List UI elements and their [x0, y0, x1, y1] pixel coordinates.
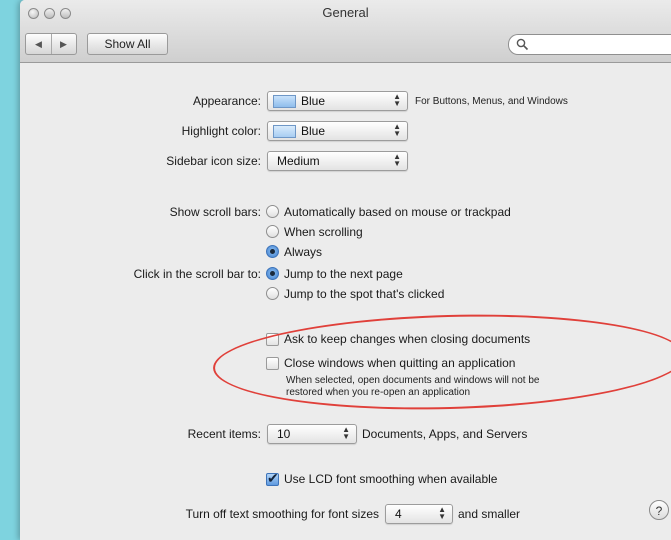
jump-to-spot-radio[interactable] — [266, 287, 279, 300]
text-smoothing-size-value: 4 — [395, 507, 402, 521]
highlight-color-value: Blue — [301, 124, 326, 138]
jump-to-spot-label: Jump to the spot that's clicked — [284, 287, 445, 301]
sidebar-icon-size-value: Medium — [277, 154, 320, 168]
recent-items-suffix: Documents, Apps, and Servers — [362, 427, 528, 441]
scroll-always-label: Always — [284, 245, 323, 259]
sidebar-icon-size-label: Sidebar icon size: — [166, 154, 261, 168]
show-all-button[interactable]: Show All — [87, 33, 168, 55]
recent-items-label: Recent items: — [187, 427, 261, 441]
lcd-smoothing-checkbox[interactable]: ✔ — [266, 470, 279, 486]
appearance-value: Blue — [301, 94, 326, 108]
text-smoothing-size-popup[interactable]: 4 ▲ ▼ — [385, 504, 453, 524]
appearance-note: For Buttons, Menus, and Windows — [415, 96, 568, 107]
scroll-auto-label: Automatically based on mouse or trackpad — [284, 205, 511, 219]
recent-items-popup[interactable]: 10 ▲ ▼ — [267, 424, 357, 444]
highlight-color-popup[interactable]: Blue ▲ ▼ — [267, 121, 408, 141]
sidebar-icon-size-popup[interactable]: Medium ▲ ▼ — [267, 151, 408, 171]
jump-next-page-label: Jump to the next page — [284, 267, 403, 281]
scroll-always-radio[interactable] — [266, 245, 279, 258]
text-smoothing-suffix: and smaller — [458, 507, 521, 521]
window-title: General — [322, 5, 369, 20]
popup-arrows-icon: ▲ ▼ — [438, 505, 446, 521]
scroll-auto-radio[interactable] — [266, 205, 279, 218]
popup-arrows-icon: ▲ ▼ — [393, 92, 401, 108]
jump-next-page-radio[interactable] — [266, 267, 279, 280]
show-scroll-bars-label: Show scroll bars: — [169, 205, 261, 219]
blue-swatch-icon — [273, 125, 296, 138]
blue-swatch-icon — [273, 95, 296, 108]
red-annotation-ellipse — [211, 308, 671, 416]
recent-items-value: 10 — [277, 427, 291, 441]
highlight-color-label: Highlight color: — [181, 124, 261, 138]
lcd-smoothing-label: Use LCD font smoothing when available — [284, 472, 498, 486]
popup-arrows-icon: ▲ ▼ — [393, 122, 401, 138]
scroll-when-scrolling-radio[interactable] — [266, 225, 279, 238]
back-arrow-icon[interactable]: ◀ — [26, 34, 52, 54]
general-preferences-window: General ◀ ▶ Show All Appearance: Blue ▲ ▼… — [20, 0, 671, 540]
title-bar: General ◀ ▶ Show All — [20, 0, 671, 63]
appearance-popup[interactable]: Blue ▲ ▼ — [267, 91, 408, 111]
scroll-when-scrolling-label: When scrolling — [284, 225, 363, 239]
help-button[interactable]: ? — [649, 500, 669, 520]
text-smoothing-prefix: Turn off text smoothing for font sizes — [185, 507, 379, 521]
popup-arrows-icon: ▲ ▼ — [342, 425, 350, 441]
click-scroll-bar-label: Click in the scroll bar to: — [133, 267, 261, 281]
search-field[interactable] — [508, 34, 671, 55]
appearance-label: Appearance: — [192, 94, 261, 108]
back-forward-control: ◀ ▶ — [25, 33, 77, 55]
checkmark-icon: ✔ — [267, 470, 279, 486]
search-icon — [516, 38, 529, 51]
popup-arrows-icon: ▲ ▼ — [393, 152, 401, 168]
forward-arrow-icon[interactable]: ▶ — [51, 34, 76, 54]
